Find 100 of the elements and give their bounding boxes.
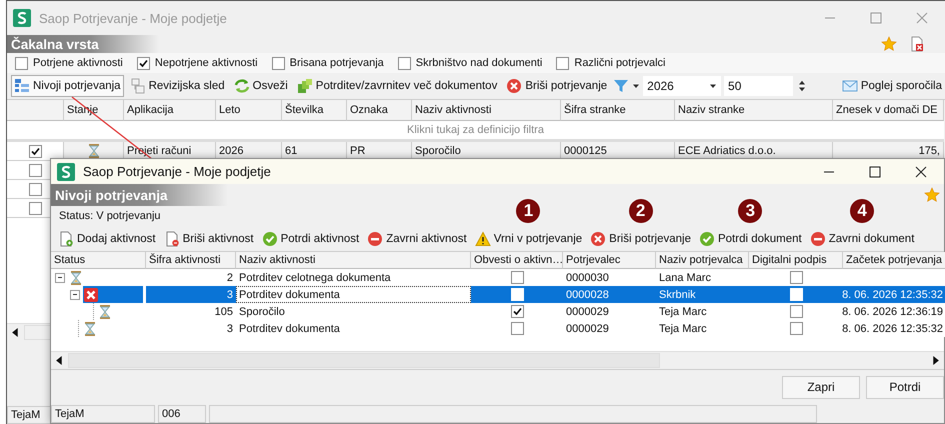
column-header[interactable]: Leto	[216, 100, 282, 121]
collapse-toggle[interactable]	[55, 272, 65, 282]
window-title: Saop Potrjevanje - Moje podjetje	[39, 10, 227, 26]
minus-icon	[810, 230, 826, 246]
toolbar-button[interactable]: Potrdi dokument	[696, 228, 805, 250]
toolbar-button[interactable]: Potrditev/zavrnitev več dokumentov	[294, 75, 500, 97]
toolbar-button[interactable]: Revizijska sled	[126, 75, 228, 97]
scroll-left-icon[interactable]	[11, 328, 20, 337]
column-header[interactable]: Znesek v domači DE	[833, 100, 944, 121]
checkbox[interactable]	[510, 271, 524, 284]
caret-icon[interactable]	[709, 82, 718, 90]
column-header[interactable]: Digitalni podpis	[749, 252, 843, 269]
checkbox[interactable]	[790, 271, 802, 284]
collapse-toggle[interactable]	[70, 290, 80, 300]
checkbox[interactable]	[510, 322, 524, 335]
document-icon	[130, 78, 146, 94]
checkbox[interactable]	[510, 305, 524, 318]
checkbox-label: Brisana potrjevanja	[290, 57, 384, 69]
toolbar-button[interactable]: Briši potrjevanje	[587, 228, 694, 250]
toolbar-button[interactable]: Poglej sporočila	[838, 75, 945, 97]
scroll-right-icon[interactable]	[931, 356, 940, 365]
toolbar-button[interactable]: Dodaj aktivnost	[55, 228, 159, 250]
star-icon[interactable]	[881, 36, 897, 52]
logo-icon	[57, 162, 75, 180]
star-icon[interactable]	[924, 187, 940, 203]
step-number-badge: 2	[628, 198, 653, 222]
checkbox[interactable]	[28, 182, 42, 196]
hourglass-icon	[97, 304, 113, 320]
toolbar-button[interactable]: Briši aktivnost	[160, 228, 257, 250]
step-number-badge: 1	[516, 198, 540, 222]
check-icon	[262, 230, 278, 246]
table-cell: 0000028	[563, 286, 656, 303]
toolbar-button[interactable]: Zavrni dokument	[806, 228, 918, 250]
checkbox[interactable]	[556, 56, 570, 70]
scroll-left-icon[interactable]	[55, 356, 64, 365]
checkbox[interactable]	[790, 322, 802, 335]
toolbar-button[interactable]: Nivoji potrjevanja	[11, 75, 124, 97]
table-cell: 8. 06. 2026 12:36:19	[843, 303, 945, 320]
section-title: Čakalna vrsta	[7, 35, 159, 53]
section-title: Nivoji potrjevanja	[51, 184, 228, 206]
minus-icon	[367, 230, 384, 246]
checkbox-label: Skrbništvo nad dokumenti	[416, 57, 542, 69]
hierarchy-icon	[14, 78, 30, 94]
close-document-icon[interactable]	[909, 36, 925, 52]
refresh-icon	[234, 78, 250, 94]
toolbar-button[interactable]: Briši potrjevanje	[503, 75, 610, 97]
delete-icon	[590, 230, 606, 246]
table-cell-text: Potrditev celotnega dokumenta	[238, 270, 392, 286]
checkbox-label: Nepotrjene aktivnosti	[154, 57, 258, 69]
checkbox[interactable]	[398, 56, 411, 70]
toolbar-button[interactable]: Osveži	[230, 75, 291, 97]
column-header[interactable]: Aplikacija	[124, 100, 216, 121]
scrollbar-thumb[interactable]	[68, 353, 660, 368]
window-title: Saop Potrjevanje - Moje podjetje	[83, 164, 271, 179]
checkbox[interactable]	[28, 144, 42, 158]
column-header[interactable]: Naziv potrjevalca	[656, 252, 749, 269]
table-cell: 3	[146, 286, 236, 303]
status-bar-field: TejaM	[51, 404, 155, 422]
check-icon	[698, 230, 715, 246]
filter-hint[interactable]: Klikni tukaj za definicijo filtra	[7, 121, 944, 142]
column-header[interactable]: Številka	[282, 100, 347, 121]
count-spinbox[interactable]: 50	[724, 76, 793, 96]
dropdown-caret-icon[interactable]	[632, 82, 640, 90]
checkbox[interactable]	[28, 164, 42, 176]
checkbox[interactable]	[136, 56, 150, 70]
checkbox[interactable]	[272, 56, 285, 70]
toolbar-button[interactable]: Vrni v potrjevanje	[472, 228, 586, 250]
checkbox[interactable]	[15, 56, 28, 70]
column-header[interactable]: Obvesti o aktivn…	[471, 252, 563, 269]
envelope-icon	[842, 78, 858, 94]
column-header[interactable]: Začetek potrjevanja	[843, 252, 945, 269]
column-header[interactable]: Naziv aktivnosti	[236, 252, 471, 269]
delete-document-icon	[164, 230, 180, 246]
hourglass-icon	[82, 320, 98, 336]
hourglass-icon	[68, 270, 84, 286]
column-header[interactable]: Oznaka	[347, 100, 412, 121]
dialog-button[interactable]: Potrdi	[866, 376, 944, 398]
table-cell: 8. 06. 2026 12:35:32	[843, 286, 945, 303]
toolbar-button[interactable]: Potrdi aktivnost	[258, 228, 362, 250]
table-cell: Potrditev dokumenta	[236, 286, 471, 303]
column-header[interactable]: Šifra aktivnosti	[146, 252, 236, 269]
warning-icon	[474, 230, 491, 246]
status-bar-field: 006	[158, 404, 206, 422]
year-combobox[interactable]: 2026	[643, 76, 722, 96]
step-number-badge: 3	[738, 198, 762, 222]
table-cell: Skrbnik	[656, 286, 749, 303]
toolbar-button[interactable]: Zavrni aktivnost	[364, 228, 470, 250]
column-header[interactable]: Šifra stranke	[561, 100, 675, 121]
column-header[interactable]: Naziv aktivnosti	[412, 100, 561, 121]
delete-icon	[506, 78, 522, 94]
checkbox[interactable]	[28, 202, 42, 214]
checkbox[interactable]	[790, 305, 802, 318]
column-header[interactable]: Naziv stranke	[675, 100, 833, 121]
column-header[interactable]: Status	[51, 252, 146, 269]
documents-icon	[296, 78, 313, 94]
table-cell: 8. 06. 2026 12:35:32	[843, 320, 945, 337]
logo-icon	[13, 9, 31, 27]
dialog-button[interactable]: Zapri	[782, 376, 860, 398]
column-header[interactable]: Potrjevalec	[563, 252, 656, 269]
checkbox-label: Različni potrjevalci	[574, 57, 666, 69]
